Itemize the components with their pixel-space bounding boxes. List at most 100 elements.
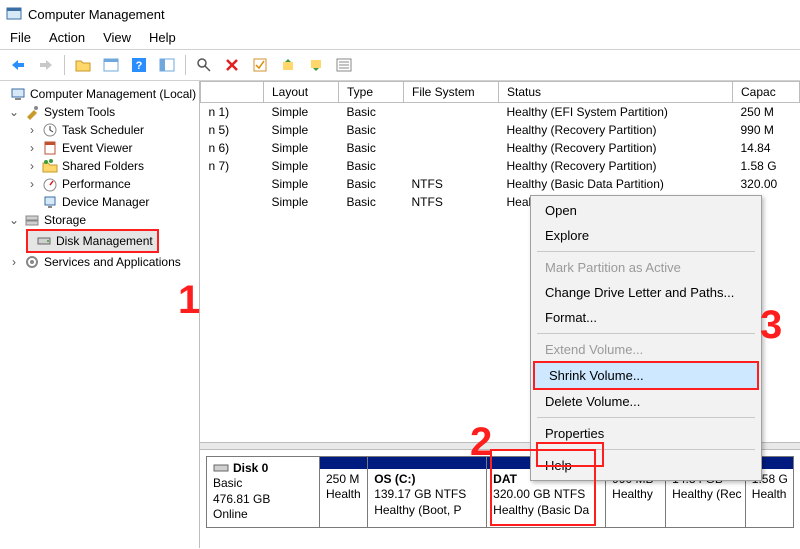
check-icon[interactable] [248,53,272,77]
cell-status: Healthy (EFI System Partition) [499,103,733,122]
menu-help[interactable]: Help [149,30,176,45]
expand-icon[interactable]: › [8,255,20,269]
tree-system-tools[interactable]: ⌄ System Tools [2,103,197,121]
cell-vtype: Basic [339,175,404,193]
tree-label: Device Manager [62,195,149,209]
disk-label: Disk 0 [233,461,268,477]
partition-color-bar [320,457,367,469]
menu-file[interactable]: File [10,30,31,45]
tree-event-viewer[interactable]: › Event Viewer [2,139,197,157]
delete-icon[interactable] [220,53,244,77]
tree-root[interactable]: Computer Management (Local) [2,85,197,103]
ctx-help[interactable]: Help [531,453,761,478]
ctx-extend: Extend Volume... [531,337,761,362]
nav-tree: Computer Management (Local) ⌄ System Too… [0,81,200,548]
partition-box[interactable]: OS (C:)139.17 GB NTFSHealthy (Boot, P [368,456,487,528]
cell-status: Healthy (Basic Data Partition) [499,175,733,193]
table-row[interactable]: n 7)SimpleBasicHealthy (Recovery Partiti… [201,157,800,175]
help-icon[interactable]: ? [127,53,151,77]
col-status[interactable]: Status [499,82,733,103]
cell-layout: Simple [264,121,339,139]
col-cap[interactable]: Capac [733,82,800,103]
ctx-open[interactable]: Open [531,198,761,223]
cell-fs [404,157,499,175]
titlebar: Computer Management [0,0,800,28]
table-row[interactable]: SimpleBasicNTFSHealthy (Basic Data Parti… [201,175,800,193]
tree-services[interactable]: › Services and Applications [2,253,197,271]
collapse-icon[interactable]: ⌄ [8,213,20,227]
tree-label: Shared Folders [62,159,144,173]
tree-task-scheduler[interactable]: › Task Scheduler [2,121,197,139]
app-icon [6,6,22,22]
expand-icon[interactable]: › [26,159,38,173]
partition-box[interactable]: 250 MHealth [320,456,368,528]
tree-storage[interactable]: ⌄Storage [2,211,197,229]
col-fs[interactable]: File System [404,82,499,103]
svg-text:?: ? [136,60,143,72]
disk-info-box[interactable]: Disk 0 Basic 476.81 GB Online [206,456,320,528]
folder-icon[interactable] [71,53,95,77]
table-row[interactable]: n 6)SimpleBasicHealthy (Recovery Partiti… [201,139,800,157]
col-type[interactable]: Type [339,82,404,103]
ctx-format[interactable]: Format... [531,305,761,330]
menu-view[interactable]: View [103,30,131,45]
services-icon [24,254,40,270]
nav-back-button[interactable] [6,53,30,77]
cell-cap: 990 M [733,121,800,139]
expand-icon[interactable]: › [26,123,38,137]
cell-cap: 320.00 [733,175,800,193]
ctx-delete[interactable]: Delete Volume... [531,389,761,414]
cell-name: n 1) [201,103,264,122]
panel-icon[interactable] [99,53,123,77]
cell-fs [404,103,499,122]
cell-fs: NTFS [404,193,499,211]
expand-icon[interactable]: › [26,177,38,191]
cell-vtype: Basic [339,193,404,211]
tree-performance[interactable]: ›Performance [2,175,197,193]
collapse-icon[interactable]: ⌄ [8,105,20,119]
event-icon [42,140,58,156]
tree-label: Task Scheduler [62,123,144,137]
cell-layout: Simple [264,139,339,157]
volume-down-icon[interactable] [304,53,328,77]
menu-action[interactable]: Action [49,30,85,45]
disk-status: Online [213,507,313,523]
partition-color-bar [368,457,486,469]
cell-layout: Simple [264,193,339,211]
col-layout[interactable]: Layout [264,82,339,103]
search-icon[interactable] [192,53,216,77]
tree-device-manager[interactable]: Device Manager [2,193,197,211]
column-headers[interactable]: Layout Type File System Status Capac [201,82,800,103]
ctx-shrink[interactable]: Shrink Volume... [533,361,759,390]
menubar: File Action View Help [0,28,800,49]
cell-layout: Simple [264,175,339,193]
cell-name [201,175,264,193]
cell-name: n 6) [201,139,264,157]
cell-status: Healthy (Recovery Partition) [499,121,733,139]
disk-type: Basic [213,476,313,492]
tree-label: Services and Applications [44,255,181,269]
disk-size: 476.81 GB [213,492,313,508]
nav-fwd-button[interactable] [34,53,58,77]
toolbar-separator [185,55,186,75]
panel2-icon[interactable] [155,53,179,77]
ctx-properties[interactable]: Properties [531,421,761,446]
col-name[interactable] [201,82,264,103]
cell-layout: Simple [264,103,339,122]
table-row[interactable]: n 5)SimpleBasicHealthy (Recovery Partiti… [201,121,800,139]
tree-shared-folders[interactable]: › Shared Folders [2,157,197,175]
storage-icon [24,212,40,228]
tree-label: System Tools [44,105,115,119]
tools-icon [24,104,40,120]
ctx-change-letter[interactable]: Change Drive Letter and Paths... [531,280,761,305]
context-menu: Open Explore Mark Partition as Active Ch… [530,195,762,481]
table-row[interactable]: n 1)SimpleBasicHealthy (EFI System Parti… [201,103,800,122]
volume-up-icon[interactable] [276,53,300,77]
properties-icon[interactable] [332,53,356,77]
tree-label: Event Viewer [62,141,132,155]
ctx-explore[interactable]: Explore [531,223,761,248]
perf-icon [42,176,58,192]
expand-icon[interactable]: › [26,141,38,155]
tree-disk-management[interactable]: Disk Management [28,231,157,251]
ctx-mark-active: Mark Partition as Active [531,255,761,280]
